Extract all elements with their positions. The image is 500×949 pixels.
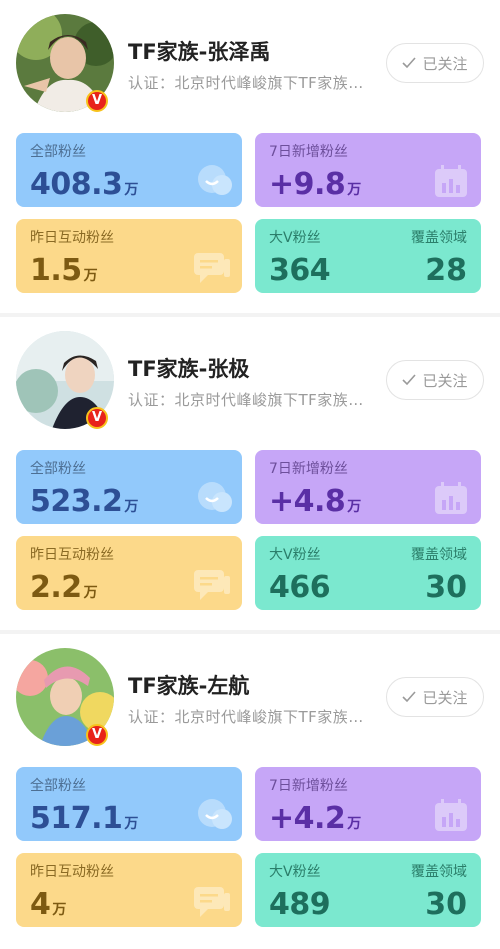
big-v-fans-value: 364 <box>269 253 331 288</box>
big-v-fans-stat[interactable]: 大V粉丝 466 覆盖领域 30 <box>255 536 481 610</box>
big-v-fans-label: 大V粉丝 <box>269 230 321 246</box>
new-fans-7d-value: +9.8 万 <box>269 167 361 202</box>
new-fans-7d-stat[interactable]: 7日新增粉丝 +9.8 万 <box>255 133 481 207</box>
followed-button[interactable]: 已关注 <box>386 677 484 717</box>
coverage-value: 30 <box>425 887 467 922</box>
total-fans-value: 523.2 万 <box>30 484 138 519</box>
interacting-fans-stat[interactable]: 昨日互动粉丝 2.2 万 <box>16 536 242 610</box>
verified-v-badge-icon: V <box>86 90 108 112</box>
account-name[interactable]: TF家族-左航 <box>128 670 249 700</box>
total-fans-label: 全部粉丝 <box>30 144 86 160</box>
coverage-label: 覆盖领域 <box>411 547 467 563</box>
total-fans-stat[interactable]: 全部粉丝 408.3 万 <box>16 133 242 207</box>
followed-label: 已关注 <box>422 688 468 707</box>
total-fans-stat[interactable]: 全部粉丝 523.2 万 <box>16 450 242 524</box>
new-fans-7d-value: +4.2 万 <box>269 801 361 836</box>
account-name[interactable]: TF家族-张极 <box>128 353 249 383</box>
interacting-fans-value: 4万 <box>30 887 66 922</box>
new-fans-7d-label: 7日新增粉丝 <box>269 778 348 794</box>
interacting-fans-value: 1.5 万 <box>30 253 98 288</box>
total-fans-value: 517.1 万 <box>30 801 138 836</box>
checkmark-icon <box>402 374 417 386</box>
total-fans-label: 全部粉丝 <box>30 461 86 477</box>
calendar-chart-icon <box>435 799 467 831</box>
coverage-label: 覆盖领域 <box>411 230 467 246</box>
total-fans-stat[interactable]: 全部粉丝 517.1 万 <box>16 767 242 841</box>
interacting-fans-label: 昨日互动粉丝 <box>30 230 114 246</box>
new-fans-7d-unit: 万 <box>347 499 361 515</box>
verified-v-badge-icon: V <box>86 407 108 429</box>
new-fans-7d-stat[interactable]: 7日新增粉丝 +4.8 万 <box>255 450 481 524</box>
certification-text: 认证：北京时代峰峻旗下TF家族… <box>128 708 364 726</box>
avatar[interactable]: V <box>16 331 114 429</box>
followed-label: 已关注 <box>422 371 468 390</box>
verified-v-badge-icon: V <box>86 724 108 746</box>
new-fans-7d-label: 7日新增粉丝 <box>269 144 348 160</box>
interacting-fans-label: 昨日互动粉丝 <box>30 547 114 563</box>
checkmark-icon <box>402 57 417 69</box>
coverage-value: 28 <box>425 253 467 288</box>
calendar-chart-icon <box>435 482 467 514</box>
followed-button[interactable]: 已关注 <box>386 43 484 83</box>
big-v-fans-stat[interactable]: 大V粉丝 364 覆盖领域 28 <box>255 219 481 293</box>
chat-bubble-icon <box>198 482 232 512</box>
coverage-value: 30 <box>425 570 467 605</box>
avatar[interactable]: V <box>16 648 114 746</box>
message-icon <box>194 253 230 283</box>
certification-text: 认证：北京时代峰峻旗下TF家族… <box>128 391 364 409</box>
avatar[interactable]: V <box>16 14 114 112</box>
new-fans-7d-unit: 万 <box>347 816 361 832</box>
total-fans-label: 全部粉丝 <box>30 778 86 794</box>
message-icon <box>194 887 230 917</box>
certification-text: 认证：北京时代峰峻旗下TF家族… <box>128 74 364 92</box>
interacting-fans-unit: 万 <box>83 268 98 284</box>
interacting-fans-stat[interactable]: 昨日互动粉丝 4万 <box>16 853 242 927</box>
total-fans-unit: 万 <box>124 816 138 832</box>
message-icon <box>194 570 230 600</box>
total-fans-value: 408.3 万 <box>30 167 138 202</box>
total-fans-unit: 万 <box>124 499 138 515</box>
chat-bubble-icon <box>198 799 232 829</box>
interacting-fans-unit: 万 <box>52 902 66 918</box>
interacting-fans-value: 2.2 万 <box>30 570 98 605</box>
account-name[interactable]: TF家族-张泽禹 <box>128 36 270 66</box>
chat-bubble-icon <box>198 165 232 195</box>
big-v-fans-stat[interactable]: 大V粉丝 489 覆盖领域 30 <box>255 853 481 927</box>
new-fans-7d-stat[interactable]: 7日新增粉丝 +4.2 万 <box>255 767 481 841</box>
new-fans-7d-label: 7日新增粉丝 <box>269 461 348 477</box>
followed-button[interactable]: 已关注 <box>386 360 484 400</box>
interacting-fans-label: 昨日互动粉丝 <box>30 864 114 880</box>
big-v-fans-value: 466 <box>269 570 331 605</box>
calendar-chart-icon <box>435 165 467 197</box>
account-card[interactable]: V TF家族-张极 认证：北京时代峰峻旗下TF家族… 已关注 全部粉丝 523.… <box>0 317 500 634</box>
account-card[interactable]: V TF家族-左航 认证：北京时代峰峻旗下TF家族… 已关注 全部粉丝 517.… <box>0 634 500 949</box>
new-fans-7d-value: +4.8 万 <box>269 484 361 519</box>
new-fans-7d-unit: 万 <box>347 182 361 198</box>
account-card[interactable]: V TF家族-张泽禹 认证：北京时代峰峻旗下TF家族… 已关注 全部粉丝 408… <box>0 0 500 317</box>
coverage-label: 覆盖领域 <box>411 864 467 880</box>
checkmark-icon <box>402 691 417 703</box>
interacting-fans-stat[interactable]: 昨日互动粉丝 1.5 万 <box>16 219 242 293</box>
big-v-fans-value: 489 <box>269 887 331 922</box>
followed-label: 已关注 <box>422 54 468 73</box>
big-v-fans-label: 大V粉丝 <box>269 547 321 563</box>
big-v-fans-label: 大V粉丝 <box>269 864 321 880</box>
interacting-fans-unit: 万 <box>83 585 98 601</box>
total-fans-unit: 万 <box>124 182 138 198</box>
